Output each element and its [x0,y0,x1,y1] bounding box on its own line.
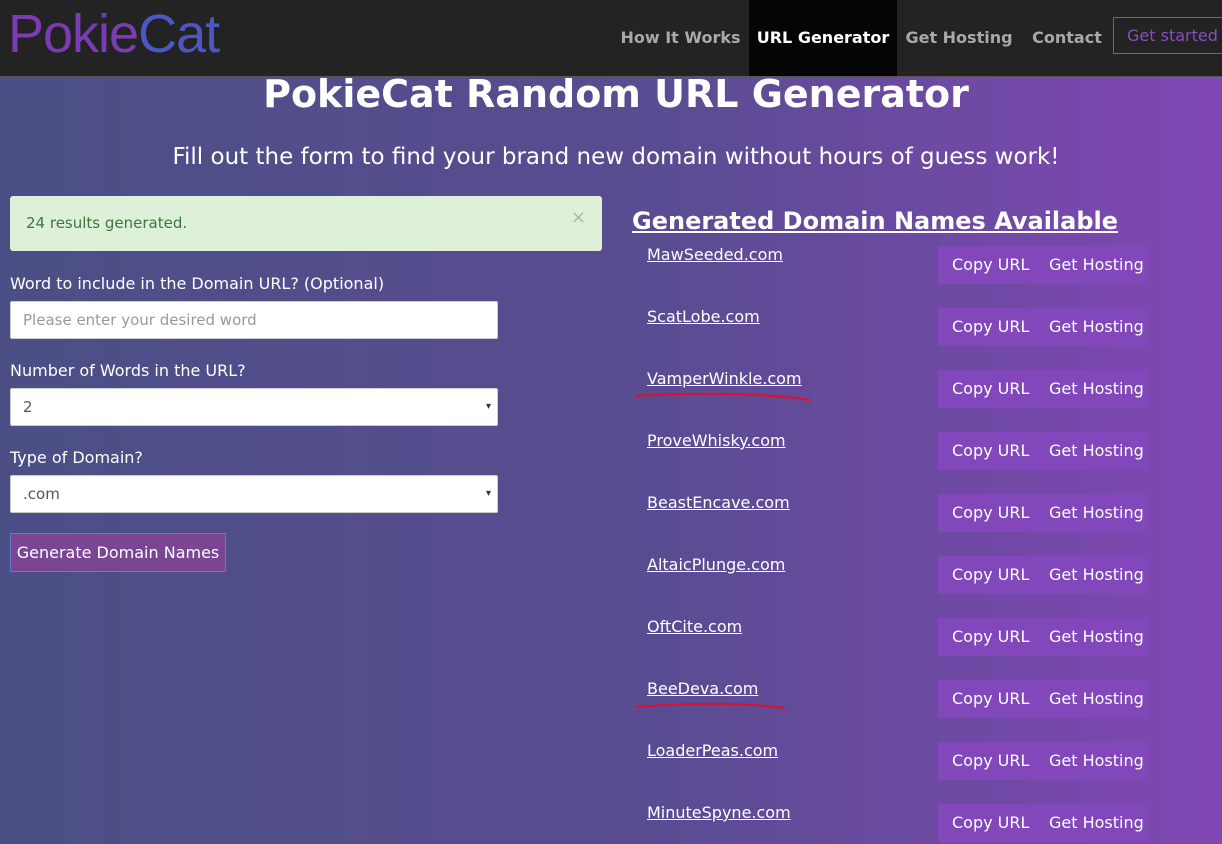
result-actions: Copy URL Get Hosting [938,742,1148,780]
domain-link[interactable]: ScatLobe.com [647,306,760,328]
copy-url-button[interactable]: Copy URL [952,432,1029,470]
get-hosting-button[interactable]: Get Hosting [1049,494,1144,532]
domain-link[interactable]: AltaicPlunge.com [647,554,785,576]
get-hosting-button[interactable]: Get Hosting [1049,308,1144,346]
get-hosting-button[interactable]: Get Hosting [1049,618,1144,656]
logo-part-pokie: Pokie [8,4,139,64]
result-actions: Copy URL Get Hosting [938,246,1148,284]
result-actions: Copy URL Get Hosting [938,680,1148,718]
copy-url-button[interactable]: Copy URL [952,618,1029,656]
result-row: LoaderPeas.com Copy URL Get Hosting [638,740,1158,782]
nav-url-generator[interactable]: URL Generator [749,0,897,76]
domain-link[interactable]: MawSeeded.com [647,244,783,266]
nav-get-hosting[interactable]: Get Hosting [897,0,1021,76]
domain-type-select[interactable]: .com ▾ [10,475,498,513]
domain-type-label: Type of Domain? [10,448,143,467]
get-hosting-button[interactable]: Get Hosting [1049,680,1144,718]
success-alert: 24 results generated. × [10,196,602,251]
nav-contact[interactable]: Contact [1021,0,1113,76]
domain-link[interactable]: ProveWhisky.com [647,430,786,452]
chevron-down-icon: ▾ [485,488,491,499]
red-annotation-underline [635,702,785,709]
page-subtitle: Fill out the form to find your brand new… [172,144,1060,170]
copy-url-button[interactable]: Copy URL [952,370,1029,408]
page-title: PokieCat Random URL Generator [263,72,969,116]
result-row: ScatLobe.com Copy URL Get Hosting [638,306,1158,348]
result-actions: Copy URL Get Hosting [938,494,1148,532]
logo-part-cat: Cat [138,4,220,64]
result-row: MinuteSpyne.com Copy URL Get Hosting [638,802,1158,844]
domain-link[interactable]: OftCite.com [647,616,742,638]
copy-url-button[interactable]: Copy URL [952,680,1029,718]
get-hosting-button[interactable]: Get Hosting [1049,370,1144,408]
result-row: ProveWhisky.com Copy URL Get Hosting [638,430,1158,472]
word-count-label: Number of Words in the URL? [10,361,246,380]
chevron-down-icon: ▾ [485,401,491,412]
get-hosting-button[interactable]: Get Hosting [1049,556,1144,594]
get-hosting-button[interactable]: Get Hosting [1049,742,1144,780]
copy-url-button[interactable]: Copy URL [952,246,1029,284]
annotation-stroke [635,392,811,401]
domain-link[interactable]: BeeDeva.com [647,678,758,700]
result-row: OftCite.com Copy URL Get Hosting [638,616,1158,658]
word-label: Word to include in the Domain URL? (Opti… [10,274,385,293]
get-hosting-button[interactable]: Get Hosting [1049,432,1144,470]
word-count-select[interactable]: 2 ▾ [10,388,498,426]
word-input[interactable]: Please enter your desired word [10,301,498,339]
result-actions: Copy URL Get Hosting [938,556,1148,594]
copy-url-button[interactable]: Copy URL [952,804,1029,842]
copy-url-button[interactable]: Copy URL [952,308,1029,346]
domain-link[interactable]: LoaderPeas.com [647,740,778,762]
get-started-button[interactable]: Get started [1113,17,1222,54]
copy-url-button[interactable]: Copy URL [952,742,1029,780]
domain-link[interactable]: VamperWinkle.com [647,368,802,390]
result-actions: Copy URL Get Hosting [938,804,1148,842]
word-count-value: 2 [23,398,33,416]
result-row: BeastEncave.com Copy URL Get Hosting [638,492,1158,534]
logo[interactable]: PokieCat [8,2,220,66]
domain-link[interactable]: MinuteSpyne.com [647,802,791,824]
result-actions: Copy URL Get Hosting [938,432,1148,470]
get-hosting-button[interactable]: Get Hosting [1049,246,1144,284]
result-row: AltaicPlunge.com Copy URL Get Hosting [638,554,1158,596]
nav-how-it-works[interactable]: How It Works [612,0,749,76]
red-annotation-underline [635,392,811,401]
domain-type-value: .com [23,485,60,503]
generate-domain-names-button[interactable]: Generate Domain Names [10,533,226,572]
get-hosting-button[interactable]: Get Hosting [1049,804,1144,842]
result-actions: Copy URL Get Hosting [938,370,1148,408]
results-title: Generated Domain Names Available [632,207,1119,235]
annotation-stroke [635,702,785,709]
navbar: PokieCat How It Works URL Generator Get … [0,0,1222,77]
close-icon[interactable]: × [571,190,586,245]
result-actions: Copy URL Get Hosting [938,308,1148,346]
result-row: MawSeeded.com Copy URL Get Hosting [638,244,1158,286]
copy-url-button[interactable]: Copy URL [952,556,1029,594]
domain-link[interactable]: BeastEncave.com [647,492,790,514]
alert-message: 24 results generated. [26,214,188,232]
copy-url-button[interactable]: Copy URL [952,494,1029,532]
result-actions: Copy URL Get Hosting [938,618,1148,656]
